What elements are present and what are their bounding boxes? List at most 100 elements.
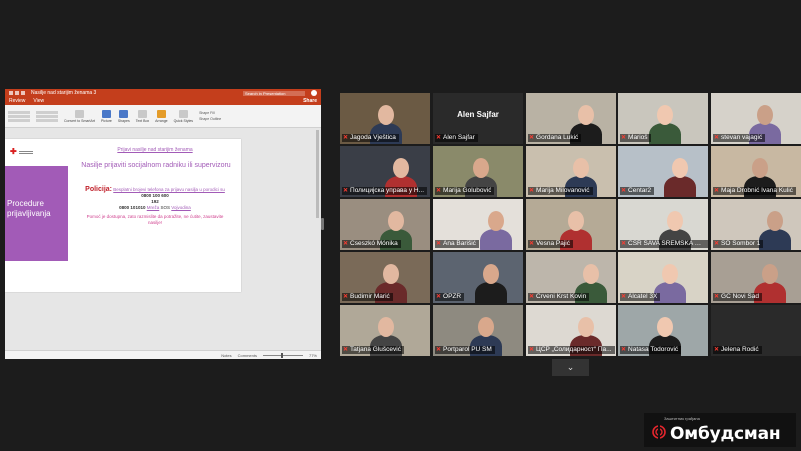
convert-smartart-button[interactable]: Convert to SmartArt xyxy=(64,109,95,123)
participant-face xyxy=(578,317,594,337)
participant-tile[interactable]: ✕ Tatjana Glušcević xyxy=(340,305,430,356)
participant-name: Natasa Todorović xyxy=(628,346,679,353)
participant-name-label: ✕ Ana Barišić xyxy=(435,240,479,248)
textbox-icon xyxy=(137,109,147,118)
participant-tile[interactable]: ✕ Jelena Rodić xyxy=(711,305,801,356)
tab-view[interactable]: View xyxy=(33,98,44,105)
participant-name: Vesna Pajić xyxy=(536,240,570,247)
participant-name: GC Novi Sad xyxy=(721,293,759,300)
participant-tile[interactable]: ✕ Vesna Pajić xyxy=(526,199,616,250)
slide-link-title[interactable]: Prijavi nasilje nad starijim ženama xyxy=(85,147,225,153)
participant-face xyxy=(378,105,394,125)
mic-muted-icon: ✕ xyxy=(436,293,442,300)
quick-access-toolbar xyxy=(9,91,25,95)
zoom-slider[interactable] xyxy=(262,352,303,358)
mic-muted-icon: ✕ xyxy=(343,346,349,353)
participant-name-label: ✕ Marioš xyxy=(620,134,651,142)
shape-fill-button[interactable]: Shape Fill xyxy=(199,111,221,115)
account-icon[interactable] xyxy=(311,90,317,96)
participant-face xyxy=(573,158,589,178)
participant-tile[interactable]: ✕ Marija Golubović xyxy=(433,146,523,197)
participant-tile[interactable]: ✕ Budimir Marić xyxy=(340,252,430,303)
participant-tile[interactable]: Alen Sajfar ✕ Alen Sajfar xyxy=(433,93,523,144)
mic-muted-icon: ✕ xyxy=(529,293,535,300)
mic-muted-icon: ✕ xyxy=(343,134,349,141)
quick-styles-button[interactable]: Quick Styles xyxy=(174,109,193,123)
participant-name: Ana Barišić xyxy=(443,240,476,247)
participant-tile[interactable]: ✕ Alcatel 3X xyxy=(618,252,708,303)
participant-name-label: ✕ Jelena Rodić xyxy=(713,346,762,354)
participant-face xyxy=(393,158,409,178)
participant-face xyxy=(388,211,404,231)
undo-icon[interactable] xyxy=(21,91,25,95)
participant-tile[interactable]: ✕ Centar2 xyxy=(618,146,708,197)
participant-name-label: ✕ Tatjana Glušcević xyxy=(342,346,404,354)
participant-tile[interactable]: ✕ Crveni Krst Kovin xyxy=(526,252,616,303)
participant-video xyxy=(649,123,681,144)
participant-tile[interactable]: ✕ SO Sombor 1 xyxy=(711,199,801,250)
slide-scrollbar[interactable] xyxy=(316,130,319,218)
red-cross-icon: ✚ xyxy=(10,147,17,156)
participant-tile[interactable]: ✕ Ana Barišić xyxy=(433,199,523,250)
participant-tile[interactable]: ✕ Marioš xyxy=(618,93,708,144)
picture-icon xyxy=(101,109,111,118)
splitter-handle[interactable] xyxy=(321,218,324,230)
more-participants-button[interactable]: ⌄ xyxy=(552,359,589,376)
shapes-icon xyxy=(119,109,129,118)
participant-face xyxy=(568,211,584,231)
slide-heading: Nasilje prijaviti socijalnom radniku ili… xyxy=(81,162,231,169)
participant-name: stevan vajagić xyxy=(721,134,763,141)
mic-muted-icon: ✕ xyxy=(343,240,349,247)
participant-name-label: ✕ Cseszkó Mónika xyxy=(342,240,401,248)
shapes-button[interactable]: Shapes xyxy=(118,109,130,123)
mic-muted-icon: ✕ xyxy=(436,346,442,353)
participant-tile[interactable]: ✕ Marija Milovanović xyxy=(526,146,616,197)
notes-button[interactable]: Notes xyxy=(221,353,231,358)
participant-tile[interactable]: ✕ GC Novi Sad xyxy=(711,252,801,303)
save-icon[interactable] xyxy=(15,91,19,95)
participant-tile[interactable]: ✕ stevan vajagić xyxy=(711,93,801,144)
participant-name-label: ✕ GC Novi Sad xyxy=(713,293,762,301)
participant-face xyxy=(767,211,783,231)
participant-name-label: ✕ Vesna Pajić xyxy=(528,240,573,248)
slide[interactable]: ✚ Prijavi nasilje nad starijim ženama Pr… xyxy=(5,139,241,292)
participant-tile[interactable]: ✕ Cseszkó Mónika xyxy=(340,199,430,250)
status-bar: Notes Comments 77% xyxy=(5,350,321,359)
participant-tile[interactable]: ✕ Gordana Lukić xyxy=(526,93,616,144)
tab-review[interactable]: Review xyxy=(9,98,25,105)
participant-tile[interactable]: ✕ ЦСР „Солидарност“ Па... xyxy=(526,305,616,356)
picture-button[interactable]: Picture xyxy=(101,109,112,123)
mic-muted-icon: ✕ xyxy=(436,187,442,194)
arrange-button[interactable]: Arrange xyxy=(155,109,168,123)
participant-tile[interactable]: ✕ Jagoda Vještica xyxy=(340,93,430,144)
share-button[interactable]: Share xyxy=(303,98,317,105)
home-icon[interactable] xyxy=(9,91,13,95)
participant-tile[interactable]: ✕ Natasa Todorović xyxy=(618,305,708,356)
shape-outline-button[interactable]: Shape Outline xyxy=(199,117,221,121)
mic-muted-icon: ✕ xyxy=(621,240,627,247)
participant-face xyxy=(752,158,768,178)
participant-name: Portparol PU SM xyxy=(443,346,492,353)
search-presentation-input[interactable]: Search in Presentation xyxy=(243,90,305,96)
participant-tile[interactable]: ✕ Maja Drobnić Ivana Kulić xyxy=(711,146,801,197)
textbox-button[interactable]: Text Box xyxy=(136,109,149,123)
quick-styles-icon xyxy=(178,109,188,118)
participant-name-label: ✕ CSR SAVA SREMSKA MI... xyxy=(620,240,708,248)
ribbon-tabs: Review View Share xyxy=(5,97,321,105)
participant-tile[interactable]: ✕ OPZR xyxy=(433,252,523,303)
mic-muted-icon: ✕ xyxy=(714,293,720,300)
ombudsman-logo: Заштитник грађана Омбудсман xyxy=(644,413,796,447)
participant-tile[interactable]: ✕ Полицијска управа у Н... xyxy=(340,146,430,197)
participant-face xyxy=(478,317,494,337)
participant-tile[interactable]: ✕ Portparol PU SM xyxy=(433,305,523,356)
alignment-group[interactable] xyxy=(36,110,58,122)
participant-tile[interactable]: ✕ CSR SAVA SREMSKA MI... xyxy=(618,199,708,250)
participant-name: Budimir Marić xyxy=(350,293,390,300)
participant-face xyxy=(583,264,599,284)
comments-button[interactable]: Comments xyxy=(238,353,257,358)
participant-name: Marija Golubović xyxy=(443,187,492,194)
slide-body: Policija: Besplatni brojevi telefona za … xyxy=(79,186,231,226)
participant-name: CSR SAVA SREMSKA MI... xyxy=(628,240,705,247)
phone-3-sos: SOS xyxy=(160,205,171,210)
bullets-group[interactable] xyxy=(8,110,30,122)
